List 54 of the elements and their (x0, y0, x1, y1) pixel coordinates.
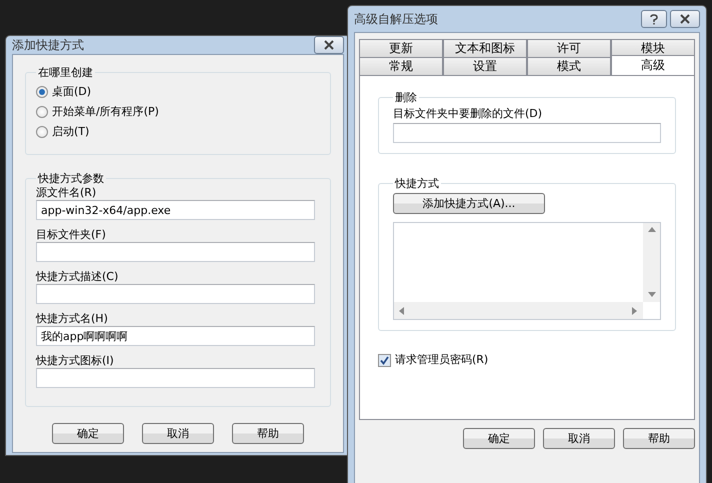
dialog-button[interactable]: 帮助 (623, 428, 695, 449)
scroll-left-icon[interactable] (398, 306, 406, 314)
radio-label: 开始菜单/所有程序(P) (52, 105, 159, 119)
dialog-button[interactable]: 确定 (52, 423, 124, 444)
dialog-button[interactable]: 取消 (142, 423, 214, 444)
field-label: 快捷方式名(H) (36, 312, 109, 326)
tab[interactable]: 文本和图标 (443, 39, 527, 57)
input-field[interactable]: 我的app啊啊啊啊 (36, 326, 315, 346)
radio-button[interactable] (36, 106, 48, 118)
field-label: 目标文件夹中要删除的文件(D) (393, 107, 544, 121)
input-field[interactable] (36, 242, 315, 262)
tab[interactable]: 常规 (359, 57, 443, 75)
field-label: 目标文件夹(F) (36, 228, 107, 242)
add-shortcut-button[interactable]: 添加快捷方式(A)... (393, 193, 545, 214)
group-title: 快捷方式参数 (36, 171, 105, 186)
field-label: 源文件名(R) (36, 186, 98, 200)
dialog-button[interactable]: 确定 (463, 428, 535, 449)
close-icon (323, 40, 335, 50)
radio-button[interactable] (36, 126, 48, 138)
tab[interactable]: 高级 (611, 55, 695, 75)
close-icon (679, 14, 691, 24)
shortcut-list[interactable] (393, 222, 661, 320)
tab[interactable]: 设置 (443, 57, 527, 75)
input-field[interactable] (393, 123, 661, 143)
close-button[interactable] (670, 10, 700, 28)
vertical-scrollbar[interactable] (643, 223, 660, 302)
scroll-up-icon[interactable] (648, 226, 656, 234)
checkbox-label: 请求管理员密码(R) (395, 353, 488, 367)
radio-button[interactable] (36, 86, 48, 98)
field-label: 快捷方式描述(C) (36, 270, 120, 284)
help-button[interactable] (641, 10, 667, 28)
horizontal-scrollbar[interactable] (394, 302, 643, 319)
tab[interactable]: 模式 (527, 57, 611, 75)
group-title: 在哪里创建 (37, 65, 94, 80)
scroll-down-icon[interactable] (648, 291, 656, 299)
radio-label: 启动(T) (52, 125, 90, 139)
input-field[interactable] (36, 284, 315, 304)
checkbox[interactable] (378, 354, 391, 366)
dialog-button[interactable]: 帮助 (232, 423, 304, 444)
group-title: 删除 (394, 90, 418, 105)
scroll-right-icon[interactable] (631, 306, 639, 314)
radio-label: 桌面(D) (52, 85, 92, 99)
checkmark-icon (380, 356, 389, 364)
window-title: 添加快捷方式 (12, 36, 84, 54)
input-field[interactable]: app-win32-x64/app.exe (36, 200, 315, 220)
question-mark-icon (650, 14, 658, 24)
group-title: 快捷方式 (394, 176, 440, 191)
input-field[interactable] (36, 368, 315, 388)
field-label: 快捷方式图标(I) (36, 354, 115, 368)
dialog-button[interactable]: 取消 (543, 428, 615, 449)
tab[interactable]: 更新 (359, 39, 443, 57)
tab[interactable]: 许可 (527, 39, 611, 57)
close-button[interactable] (314, 36, 344, 54)
window-title: 高级自解压选项 (354, 10, 438, 28)
